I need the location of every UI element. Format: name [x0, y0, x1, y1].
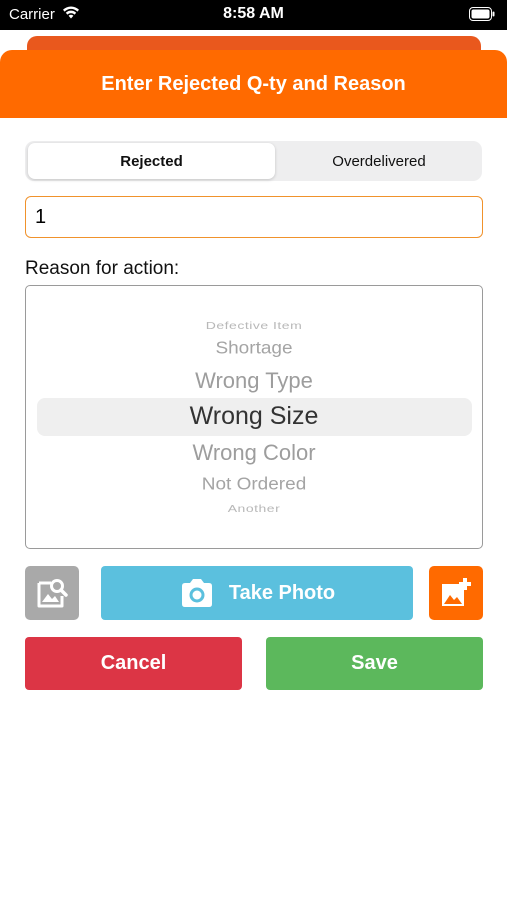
add-image-button[interactable] — [429, 566, 483, 620]
segment-rejected[interactable]: Rejected — [28, 143, 275, 179]
image-search-icon — [37, 579, 68, 608]
sheet-header: Enter Rejected Q-ty and Reason — [0, 50, 507, 118]
gallery-button[interactable] — [25, 566, 79, 620]
picker-option[interactable]: Defective Item — [26, 319, 482, 331]
battery-icon — [469, 7, 495, 21]
camera-icon — [179, 577, 215, 609]
quantity-input[interactable] — [25, 196, 483, 238]
rejection-type-segmented-control: Rejected Overdelivered — [25, 141, 482, 181]
picker-option[interactable]: Not Ordered — [26, 475, 482, 495]
page-title: Enter Rejected Q-ty and Reason — [101, 73, 406, 95]
picker-option[interactable]: Wrong Color — [26, 440, 482, 466]
save-button[interactable]: Save — [266, 637, 483, 690]
image-plus-icon — [442, 578, 471, 606]
status-bar: Carrier 8:58 AM — [0, 0, 507, 30]
picker-option-selected[interactable]: Wrong Size — [26, 402, 482, 431]
take-photo-label: Take Photo — [228, 581, 336, 604]
picker-option[interactable]: Shortage — [26, 339, 482, 359]
reason-picker[interactable]: Defective Item Shortage Wrong Type Wrong… — [25, 285, 483, 549]
cancel-button[interactable]: Cancel — [25, 637, 242, 690]
segment-overdelivered[interactable]: Overdelivered — [279, 143, 479, 179]
status-time: 8:58 AM — [223, 5, 284, 22]
reason-label: Reason for action: — [25, 258, 180, 279]
picker-option[interactable]: Wrong Type — [26, 368, 482, 394]
picker-option[interactable]: Another — [26, 502, 482, 514]
take-photo-button[interactable]: Take Photo — [101, 566, 413, 620]
